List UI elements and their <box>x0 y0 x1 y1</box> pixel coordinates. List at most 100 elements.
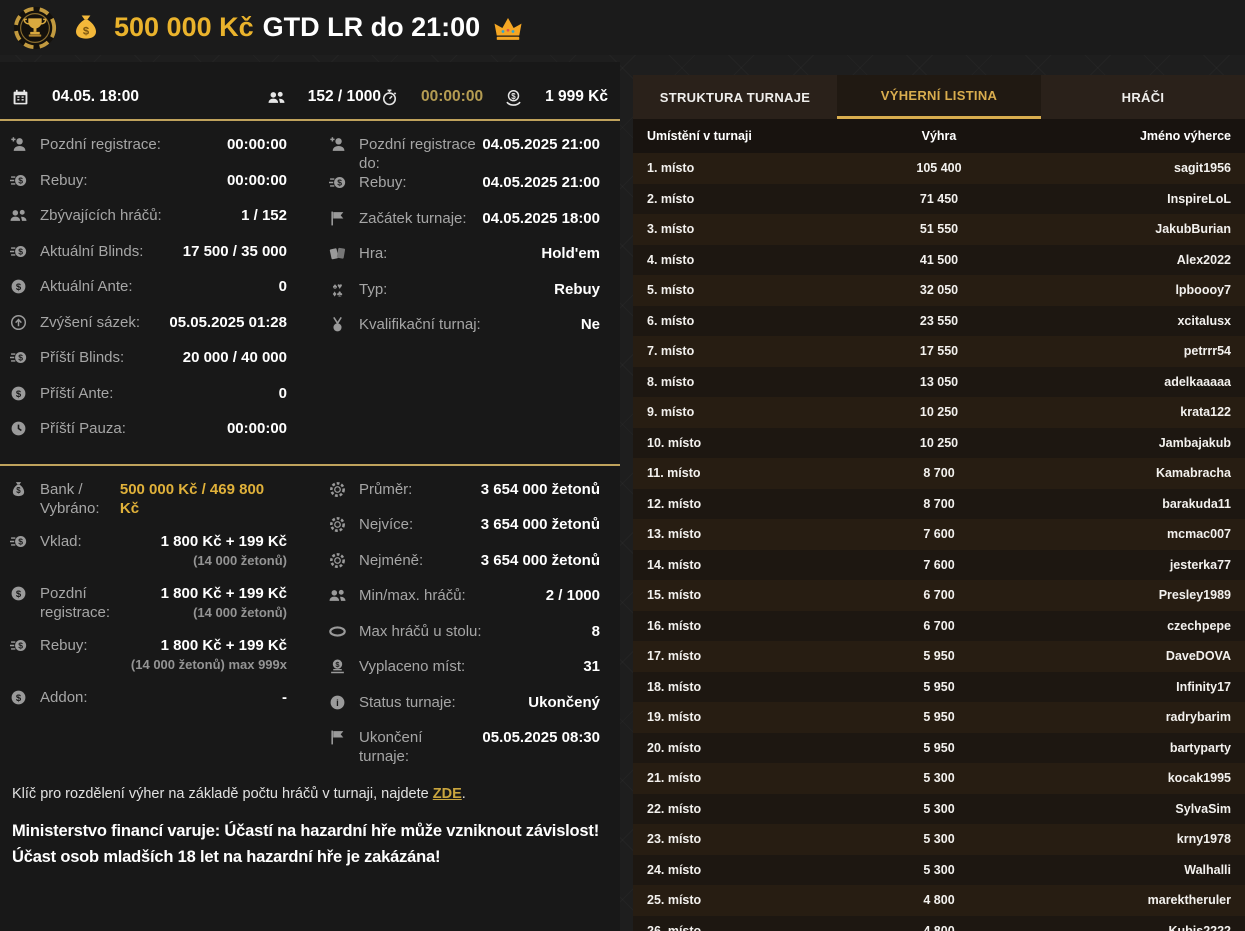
info-row: Zvýšení sázek: 05.05.2025 01:28 <box>10 313 287 349</box>
prize-cell: 8 700 <box>923 466 955 481</box>
info-value: 1 800 Kč + 199 Kč <box>160 584 287 602</box>
info-row: Zbývajících hráčů: 1 / 152 <box>10 206 287 242</box>
winner-cell: jesterka77 <box>1169 557 1231 572</box>
place-cell: 5. místo <box>647 283 695 298</box>
prize-cell: 4 800 <box>923 893 955 908</box>
calendar-icon <box>12 89 29 106</box>
warning-line-2: Účast osob mladších 18 let na hazardní h… <box>12 848 441 867</box>
place-cell: 22. místo <box>647 801 702 816</box>
coins-icon: $ <box>10 172 27 189</box>
col-winner-name: Jméno výherce <box>1139 129 1231 143</box>
winner-cell: lpboooy7 <box>1175 283 1231 298</box>
topbar-item: $1 999 Kč <box>505 88 608 106</box>
cards-icon <box>329 245 346 262</box>
info-value: 1 800 Kč + 199 Kč <box>160 636 287 654</box>
place-cell: 18. místo <box>647 679 702 694</box>
coins-icon: $ <box>10 349 27 366</box>
winner-cell: JakubBurian <box>1155 222 1231 237</box>
prize-cell: 5 950 <box>923 649 955 664</box>
winner-row: 17. místo 5 950 DaveDOVA <box>633 641 1245 672</box>
prize-cell: 7 600 <box>923 527 955 542</box>
info-label: Zvýšení sázek: <box>40 313 141 331</box>
crown-icon <box>493 13 523 43</box>
info-label: Kvalifikační turnaj: <box>359 316 481 333</box>
winner-row: 15. místo 6 700 Presley1989 <box>633 580 1245 611</box>
svg-text:$: $ <box>18 640 23 650</box>
info-label: Rebuy: <box>40 636 88 654</box>
prize-cell: 71 450 <box>919 191 959 206</box>
info-value: 3 654 000 žetonů <box>480 551 600 569</box>
info-value: Hold'em <box>541 245 600 262</box>
chip-icon <box>329 481 346 498</box>
svg-text:$: $ <box>16 282 22 293</box>
payout-icon: $ <box>329 658 346 675</box>
tab-tournament-structure[interactable]: STRUKTURA TURNAJE <box>633 75 837 119</box>
info-value: - <box>282 688 287 706</box>
col-prize: Výhra <box>921 129 957 143</box>
tournament-topbar: 04.05. 18:00 152 / 1000 00:00:00 $1 999 Kč <box>0 75 620 121</box>
dollar-icon: $ <box>10 278 27 295</box>
info-label: Bank / Vybráno: <box>40 480 100 517</box>
place-cell: 15. místo <box>647 588 702 603</box>
winner-cell: adelkaaaaa <box>1164 374 1231 389</box>
info-value: 0 <box>278 278 287 295</box>
warning-line-1: Ministerstvo financí varuje: Účastí na h… <box>12 822 599 840</box>
table-icon <box>329 623 346 640</box>
winner-row: 8. místo 13 050 adelkaaaaa <box>633 366 1245 397</box>
info-value: 8 <box>591 622 600 640</box>
svg-text:$: $ <box>16 692 22 703</box>
prize-cell: 5 300 <box>923 771 955 786</box>
dollar-icon: $ <box>10 585 27 602</box>
info-label: Aktuální Ante: <box>40 278 133 295</box>
topbar-value: 00:00:00 <box>421 88 484 105</box>
place-cell: 24. místo <box>647 862 702 877</box>
winners-panel: STRUKTURA TURNAJE VÝHERNÍ LISTINA HRÁČI Um… <box>633 75 1245 931</box>
topbar-item: 152 / 1000 <box>268 88 381 106</box>
winner-row: 5. místo 32 050 lpboooy7 <box>633 275 1245 306</box>
svg-text:$: $ <box>18 536 23 546</box>
info-label: Nejméně: <box>359 551 424 569</box>
winner-cell: InspireLoL <box>1167 191 1231 206</box>
info-row: Pozdní registrace do: 04.05.2025 21:00 <box>329 135 600 173</box>
prize-key-prefix: Klíč pro rozdělení výher na základě počt… <box>12 786 433 802</box>
coins-icon: $ <box>10 243 27 260</box>
winner-cell: kocak1995 <box>1167 771 1231 786</box>
info-row: $ Rebuy: 1 800 Kč + 199 Kč (14 000 žetonů) … <box>10 636 287 688</box>
info-label: Pozdní registrace: <box>40 584 111 621</box>
info-label: Vyplaceno míst: <box>359 658 466 675</box>
prize-cell: 105 400 <box>916 161 962 176</box>
info-label: Vklad: <box>40 532 82 550</box>
info-row: Nejvíce: 3 654 000 žetonů <box>329 515 600 551</box>
place-cell: 7. místo <box>647 344 695 359</box>
deposit-icon: $ <box>505 89 522 106</box>
prize-key-suffix: . <box>461 786 466 802</box>
info-label: Ukončení turnaje: <box>359 729 423 765</box>
winner-cell: krata122 <box>1180 405 1231 420</box>
prize-cell: 6 700 <box>923 588 955 603</box>
place-cell: 14. místo <box>647 557 702 572</box>
winner-cell: petrrr54 <box>1183 344 1231 359</box>
winner-cell: SylvaSim <box>1175 801 1231 816</box>
tab-winners-list[interactable]: VÝHERNÍ LISTINA <box>837 75 1041 119</box>
place-cell: 26. místo <box>647 923 702 931</box>
info-row: Průměr: 3 654 000 žetonů <box>329 480 600 516</box>
info-label: Addon: <box>40 688 88 706</box>
info-row: $ Addon: - <box>10 688 287 724</box>
svg-text:$: $ <box>83 25 90 37</box>
person-plus-icon <box>10 136 27 153</box>
winner-row: 7. místo 17 550 petrrr54 <box>633 336 1245 367</box>
info-value: Ne <box>580 316 600 333</box>
gold-divider <box>0 463 620 466</box>
info-value: 2 / 1000 <box>545 587 600 604</box>
person-plus-icon <box>329 136 346 153</box>
winner-row: 3. místo 51 550 JakubBurian <box>633 214 1245 245</box>
info-value: 00:00:00 <box>226 136 287 153</box>
winner-row: 13. místo 7 600 mcmac007 <box>633 519 1245 550</box>
winner-row: 14. místo 7 600 jesterka77 <box>633 549 1245 580</box>
tournament-info-panel: 04.05. 18:00 152 / 1000 00:00:00 $1 999 Kč … <box>0 62 620 931</box>
svg-text:$: $ <box>16 486 21 495</box>
tab-players[interactable]: HRÁČI <box>1041 75 1245 119</box>
info-row: $ Aktuální Ante: 0 <box>10 277 287 313</box>
place-cell: 20. místo <box>647 740 702 755</box>
prize-key-link[interactable]: ZDE <box>433 786 462 802</box>
